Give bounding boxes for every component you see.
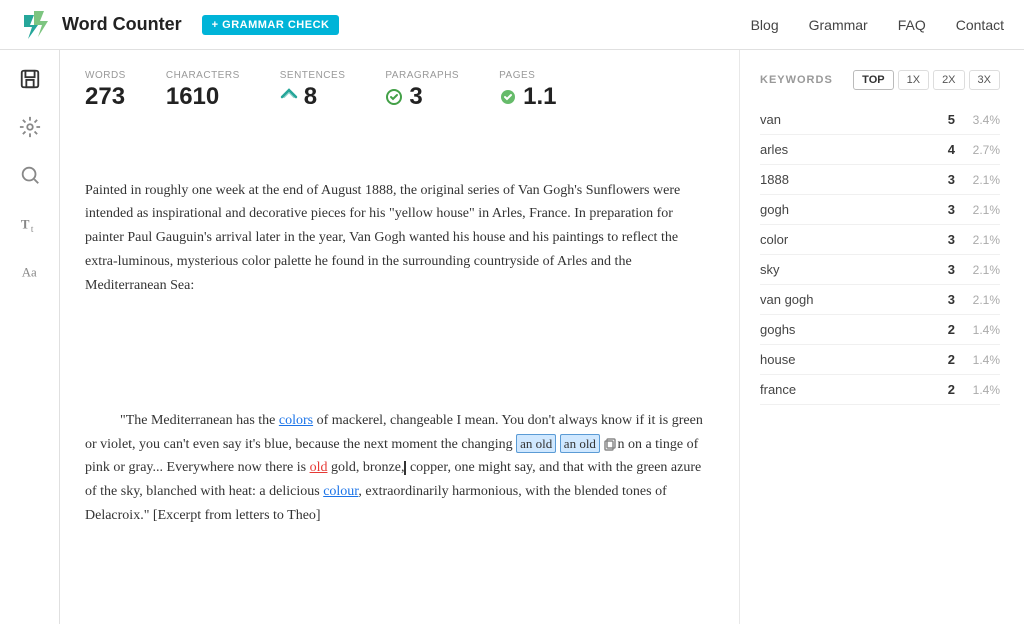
words-count: 273	[85, 83, 125, 111]
keyword-count: 3	[925, 292, 955, 307]
keyword-row: gogh 3 2.1%	[760, 195, 1000, 225]
header: Word Counter + GRAMMAR CHECK Blog Gramma…	[0, 0, 1024, 50]
keyword-count: 5	[925, 112, 955, 127]
keywords-header: KEYWORDS TOP 1X 2X 3X	[760, 70, 1000, 90]
link-colour[interactable]: colour	[323, 484, 358, 499]
keyword-count: 2	[925, 352, 955, 367]
keyword-pct: 2.1%	[965, 233, 1000, 247]
grammar-check-button[interactable]: + GRAMMAR CHECK	[202, 15, 340, 35]
keyword-word: van	[760, 112, 925, 127]
keyword-row: sky 3 2.1%	[760, 255, 1000, 285]
keywords-label: KEYWORDS	[760, 74, 833, 86]
pages-count: 1.1	[523, 83, 556, 111]
app-title: Word Counter	[62, 14, 182, 35]
main-layout: T t Aa WORDS 273 CHARACTERS	[0, 50, 1024, 624]
link-colors[interactable]: colors	[279, 413, 313, 428]
tab-top[interactable]: TOP	[853, 70, 893, 90]
sentences-count: 8	[304, 83, 317, 111]
sidebar-font-icon[interactable]: Aa	[16, 257, 44, 285]
keyword-word: goghs	[760, 322, 925, 337]
svg-text:T: T	[20, 218, 29, 232]
tab-3x[interactable]: 3X	[969, 70, 1000, 90]
logo-area: Word Counter + GRAMMAR CHECK	[20, 9, 339, 41]
keyword-word: france	[760, 382, 925, 397]
keywords-panel: KEYWORDS TOP 1X 2X 3X van 5 3.4% arles 4…	[740, 50, 1020, 624]
keyword-word: sky	[760, 262, 925, 277]
keyword-row: color 3 2.1%	[760, 225, 1000, 255]
app-logo-icon	[20, 9, 52, 41]
stat-paragraphs: PARAGRAPHS 3	[385, 70, 459, 111]
sidebar-search-icon[interactable]	[16, 161, 44, 189]
keyword-pct: 1.4%	[965, 323, 1000, 337]
keyword-count: 2	[925, 382, 955, 397]
keyword-pct: 2.1%	[965, 263, 1000, 277]
paragraph-1: Painted in roughly one week at the end o…	[85, 179, 714, 298]
keyword-pct: 3.4%	[965, 113, 1000, 127]
paragraphs-icon	[385, 88, 403, 106]
keyword-row: france 2 1.4%	[760, 375, 1000, 405]
keyword-count: 3	[925, 262, 955, 277]
keyword-row: van gogh 3 2.1%	[760, 285, 1000, 315]
keyword-row: 1888 3 2.1%	[760, 165, 1000, 195]
highlight-an-old-1: an old	[516, 434, 556, 453]
main-nav: Blog Grammar FAQ Contact	[751, 17, 1004, 33]
stat-sentences: SENTENCES 8	[280, 70, 346, 111]
keyword-pct: 1.4%	[965, 383, 1000, 397]
chars-count: 1610	[166, 83, 219, 111]
keyword-tabs: TOP 1X 2X 3X	[853, 70, 1000, 90]
keyword-count: 3	[925, 172, 955, 187]
paragraph-2: "The Mediterranean has the colors of mac…	[85, 385, 714, 552]
stat-characters: CHARACTERS 1610	[166, 70, 240, 111]
keyword-word: arles	[760, 142, 925, 157]
keyword-pct: 2.1%	[965, 293, 1000, 307]
keyword-word: gogh	[760, 202, 925, 217]
keyword-pct: 2.1%	[965, 203, 1000, 217]
left-sidebar: T t Aa	[0, 50, 60, 624]
nav-faq[interactable]: FAQ	[898, 17, 926, 33]
svg-text:Aa: Aa	[21, 266, 36, 280]
keyword-row: house 2 1.4%	[760, 345, 1000, 375]
paragraphs-count: 3	[409, 83, 422, 111]
tab-2x[interactable]: 2X	[933, 70, 964, 90]
sidebar-save-icon[interactable]	[16, 65, 44, 93]
editor-panel[interactable]: WORDS 273 CHARACTERS 1610 SENTENCES	[60, 50, 740, 624]
keyword-word: van gogh	[760, 292, 925, 307]
keyword-count: 3	[925, 202, 955, 217]
keyword-pct: 1.4%	[965, 353, 1000, 367]
content-area: WORDS 273 CHARACTERS 1610 SENTENCES	[60, 50, 1024, 624]
keyword-list: van 5 3.4% arles 4 2.7% 1888 3 2.1% gogh…	[760, 105, 1000, 405]
keyword-word: house	[760, 352, 925, 367]
keyword-count: 3	[925, 232, 955, 247]
keyword-count: 2	[925, 322, 955, 337]
keyword-row: van 5 3.4%	[760, 105, 1000, 135]
keyword-row: arles 4 2.7%	[760, 135, 1000, 165]
sentences-icon	[280, 88, 298, 106]
keyword-word: color	[760, 232, 925, 247]
stat-words: WORDS 273	[85, 70, 126, 111]
highlight-old: old	[310, 460, 328, 475]
keyword-pct: 2.7%	[965, 143, 1000, 157]
cursor	[404, 461, 406, 475]
highlight-an-old-2: an old	[560, 434, 600, 453]
svg-text:t: t	[30, 224, 33, 234]
editor-content[interactable]: Painted in roughly one week at the end o…	[85, 131, 714, 624]
keyword-count: 4	[925, 142, 955, 157]
stat-pages: PAGES 1.1	[499, 70, 556, 111]
sidebar-fontsize-icon[interactable]: T t	[16, 209, 44, 237]
pages-icon	[499, 88, 517, 106]
keyword-pct: 2.1%	[965, 173, 1000, 187]
keyword-word: 1888	[760, 172, 925, 187]
keyword-row: goghs 2 1.4%	[760, 315, 1000, 345]
nav-grammar[interactable]: Grammar	[809, 17, 868, 33]
stats-bar: WORDS 273 CHARACTERS 1610 SENTENCES	[85, 70, 714, 111]
copy-icon[interactable]	[603, 437, 617, 451]
tab-1x[interactable]: 1X	[898, 70, 929, 90]
nav-contact[interactable]: Contact	[956, 17, 1004, 33]
nav-blog[interactable]: Blog	[751, 17, 779, 33]
sidebar-settings-icon[interactable]	[16, 113, 44, 141]
